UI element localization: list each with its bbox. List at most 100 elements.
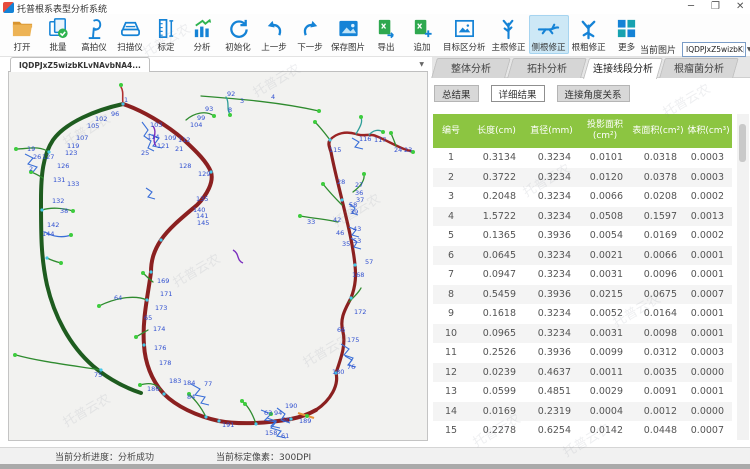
- analyze-icon: [191, 17, 214, 40]
- cell-id: 8: [433, 289, 469, 300]
- scanner-icon: [119, 17, 142, 40]
- segment-number-label: 186: [147, 385, 159, 393]
- current-image-dropdown[interactable]: IQDPJxZ5wizbK ▼: [682, 42, 746, 57]
- save-image-icon: [337, 17, 360, 40]
- status-bar: 当前分析进度：分析成功 当前标定像素：300DPI: [0, 447, 750, 464]
- cell-value: 0.0965: [469, 328, 524, 339]
- segment-number-label: 77: [204, 380, 212, 388]
- column-header: 长度(cm): [469, 126, 524, 137]
- toolbar-item-target-area[interactable]: 目标区分析: [440, 15, 489, 54]
- button-detailed-results[interactable]: 详细结果: [491, 85, 545, 102]
- toolbar-item-initialize[interactable]: 初始化: [220, 15, 256, 54]
- tab-segment-analysis[interactable]: 连接线段分析: [586, 57, 660, 78]
- toolbar-item-export[interactable]: 导出: [368, 15, 404, 54]
- toolbar-item-label: 批量: [49, 41, 66, 53]
- table-row[interactable]: 140.01690.23190.00040.00120.0000: [433, 402, 732, 422]
- toolbar-item-label: 更多: [618, 41, 635, 53]
- toolbar-item-save-image[interactable]: 保存图片: [328, 15, 368, 54]
- table-row[interactable]: 10.31340.32340.01010.03180.0003: [433, 148, 732, 168]
- table-row[interactable]: 20.37220.32340.01200.03780.0003: [433, 168, 732, 188]
- segment-number-label: 123: [65, 149, 77, 157]
- cell-id: 10: [433, 328, 469, 339]
- button-connection-angle[interactable]: 连接角度关系: [557, 85, 630, 102]
- tab-list-chevron-icon[interactable]: ▼: [419, 61, 424, 68]
- segment-number-label: 127: [42, 153, 54, 161]
- table-row[interactable]: 120.02390.46370.00110.00350.0000: [433, 363, 732, 383]
- minimize-button[interactable]: ─: [688, 1, 694, 13]
- maximize-button[interactable]: ❐: [711, 1, 720, 13]
- cell-value: 0.0003: [685, 152, 732, 163]
- toolbar-item-append[interactable]: 追加: [404, 15, 440, 54]
- table-row[interactable]: 70.09470.32340.00310.00960.0001: [433, 265, 732, 285]
- toolbar-item-calibration[interactable]: 标定: [148, 15, 184, 54]
- tab-rhizobium-analysis[interactable]: 根瘤菌分析: [662, 57, 736, 78]
- root-image-area[interactable]: 1923849399104961021051071191231261271926…: [8, 72, 428, 441]
- toolbar-item-label: 主根修正: [492, 41, 526, 53]
- document-tab[interactable]: IQDPJxZ5wizbKLvNAvbNA4...: [10, 57, 150, 72]
- toolbar-item-open-folder[interactable]: 打开: [4, 15, 40, 54]
- table-row[interactable]: 130.05990.48510.00290.00910.0001: [433, 382, 732, 402]
- segment-number-label: 76: [347, 363, 355, 371]
- cell-value: 0.0013: [685, 211, 732, 222]
- cell-value: 0.0001: [685, 386, 732, 397]
- table-scrollbar[interactable]: [737, 114, 749, 440]
- segment-number-label: 145: [197, 219, 209, 227]
- toolbar-item-main-root[interactable]: 主根修正: [489, 15, 529, 54]
- toolbar-item-analyze[interactable]: 分析: [184, 15, 220, 54]
- table-row[interactable]: 100.09650.32340.00310.00980.0001: [433, 324, 732, 344]
- toolbar-item-doc-camera[interactable]: 高拍仪: [76, 15, 112, 54]
- segment-number-label: 92: [227, 90, 235, 98]
- cell-value: 0.0004: [579, 406, 631, 417]
- chevron-down-icon[interactable]: ▼: [743, 46, 750, 53]
- segment-number-label: 183: [169, 377, 181, 385]
- segment-number-label: 38: [60, 207, 68, 215]
- segment-number-label: 112: [178, 136, 190, 144]
- table-row[interactable]: 41.57220.32340.05080.15970.0013: [433, 207, 732, 227]
- segment-number-label: 63: [264, 409, 272, 417]
- table-row[interactable]: 90.16180.32340.00520.01640.0001: [433, 304, 732, 324]
- table-row[interactable]: 50.13650.39360.00540.01690.0002: [433, 226, 732, 246]
- table-row[interactable]: 110.25260.39360.00990.03120.0003: [433, 343, 732, 363]
- segment-number-label: 117: [374, 136, 386, 144]
- segment-number-label: 103: [150, 121, 162, 129]
- append-icon: [411, 17, 434, 40]
- toolbar-item-scanner[interactable]: 扫描仪: [112, 15, 148, 54]
- table-row[interactable]: 60.06450.32340.00210.00660.0001: [433, 246, 732, 266]
- cell-value: 0.3234: [524, 152, 579, 163]
- main-root-green-arc: [41, 104, 141, 393]
- segment-number-label: 46: [336, 229, 344, 237]
- segment-number-label: 66: [337, 326, 345, 334]
- segment-number-label: 189: [299, 417, 311, 425]
- more-icon: [615, 17, 638, 40]
- scrollbar-thumb[interactable]: [739, 124, 746, 162]
- root-map[interactable]: 1923849399104961021051071191231261271926…: [9, 72, 427, 440]
- cell-id: 15: [433, 425, 469, 436]
- toolbar-item-lateral-root[interactable]: 侧根修正: [529, 15, 569, 54]
- toolbar-item-root-width[interactable]: 根粗修正: [569, 15, 609, 54]
- app-logo-icon: [3, 2, 14, 13]
- tab-overall-analysis[interactable]: 整体分析: [434, 57, 508, 78]
- tab-topology-analysis[interactable]: 拓扑分析: [510, 57, 584, 78]
- cell-id: 7: [433, 269, 469, 280]
- toolbar: 打开批量 高拍仪扫描仪标定分析初始化上一步下一步保存图片导出追加目标区分析主根修正…: [0, 14, 750, 57]
- toolbar-item-batch[interactable]: 批量: [40, 15, 76, 54]
- table-row[interactable]: 80.54590.39360.02150.06750.0007: [433, 285, 732, 305]
- table-row[interactable]: 30.20480.32340.00660.02080.0002: [433, 187, 732, 207]
- toolbar-item-label: 高拍仪: [81, 41, 107, 53]
- toolbar-item-redo[interactable]: 下一步: [292, 15, 328, 54]
- button-total-results[interactable]: 总结果: [434, 85, 479, 102]
- cell-value: 0.0031: [579, 328, 631, 339]
- segment-number-label: 21: [175, 145, 183, 153]
- close-button[interactable]: ✕: [736, 1, 744, 13]
- toolbar-item-undo[interactable]: 上一步: [256, 15, 292, 54]
- cell-value: 0.0508: [579, 211, 631, 222]
- toolbar-items: 打开批量 高拍仪扫描仪标定分析初始化上一步下一步保存图片导出追加目标区分析主根修正…: [4, 15, 645, 54]
- title-bar: 托普根系表型分析系统 ─ ❐ ✕: [0, 0, 750, 14]
- segment-number-label: 175: [347, 336, 359, 344]
- column-header: 投影面积 (cm²): [579, 120, 631, 142]
- segment-number-label: 23: [404, 146, 412, 154]
- cell-id: 13: [433, 386, 469, 397]
- cell-value: 0.0164: [631, 308, 685, 319]
- table-row[interactable]: 150.22780.62540.01420.04480.0007: [433, 421, 732, 441]
- cell-value: 0.3936: [524, 289, 579, 300]
